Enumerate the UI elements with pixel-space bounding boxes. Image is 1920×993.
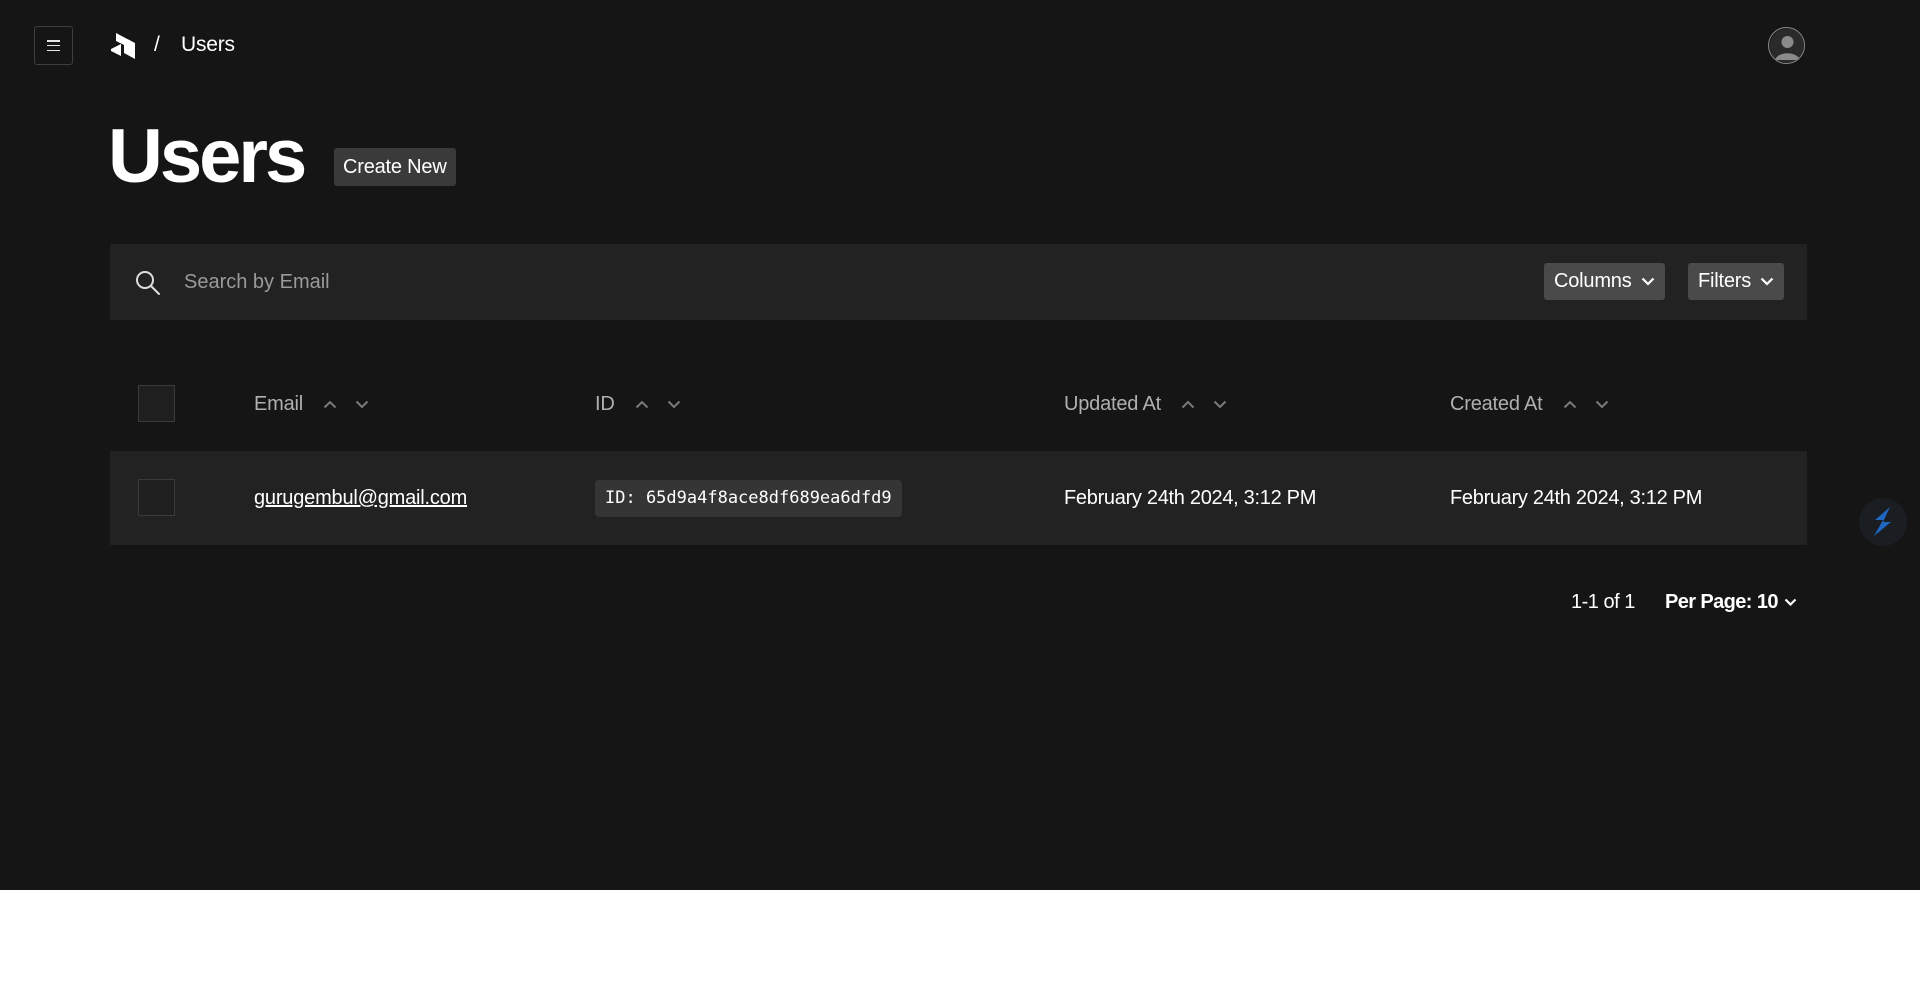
menu-toggle-button[interactable] <box>34 26 73 65</box>
row-id-badge: ID: 65d9a4f8ace8df689ea6dfd9 <box>595 480 902 517</box>
per-page-select[interactable]: Per Page: 10 <box>1665 589 1797 615</box>
breadcrumb-separator: / <box>154 33 160 56</box>
pagination-range: 1-1 of 1 <box>1571 591 1635 613</box>
breadcrumb-current: Users <box>181 33 235 56</box>
create-new-button[interactable]: Create New <box>334 148 456 186</box>
menu-icon <box>47 40 60 51</box>
per-page-label: Per Page: 10 <box>1665 591 1778 613</box>
sort-ascending-icon[interactable] <box>1563 400 1577 409</box>
column-header-updated-at[interactable]: Updated At <box>1064 392 1227 416</box>
page-title: Users <box>108 114 307 199</box>
sort-descending-icon[interactable] <box>1595 400 1609 409</box>
sort-ascending-icon[interactable] <box>323 400 337 409</box>
row-email-link[interactable]: gurugembul@gmail.com <box>254 485 467 511</box>
sort-descending-icon[interactable] <box>667 400 681 409</box>
sort-ascending-icon[interactable] <box>635 400 649 409</box>
lightning-icon <box>1874 507 1891 536</box>
column-header-label: Email <box>254 393 304 415</box>
sort-descending-icon[interactable] <box>1213 400 1227 409</box>
column-header-label: Created At <box>1450 393 1543 415</box>
filters-button-label: Filters <box>1698 270 1752 292</box>
filters-button[interactable]: Filters <box>1688 263 1785 300</box>
app-shell: / Users Users Create New Columns Filters… <box>0 0 1920 890</box>
search-icon <box>136 271 160 295</box>
column-header-id[interactable]: ID <box>595 392 681 416</box>
floating-action-button[interactable] <box>1859 498 1907 546</box>
column-header-label: Updated At <box>1064 393 1161 415</box>
select-all-checkbox[interactable] <box>138 385 175 422</box>
chevron-down-icon <box>1784 598 1797 606</box>
search-bar: Columns Filters <box>110 244 1807 320</box>
user-avatar-icon[interactable] <box>1768 27 1805 64</box>
sort-descending-icon[interactable] <box>355 400 369 409</box>
row-created-at: February 24th 2024, 3:12 PM <box>1450 487 1703 509</box>
payload-logo-icon[interactable] <box>110 32 136 60</box>
row-select-checkbox[interactable] <box>138 479 175 516</box>
column-header-label: ID <box>595 393 615 415</box>
chevron-down-icon <box>1641 277 1654 286</box>
columns-button[interactable]: Columns <box>1544 263 1665 300</box>
column-header-created-at[interactable]: Created At <box>1450 392 1609 416</box>
sort-ascending-icon[interactable] <box>1181 400 1195 409</box>
columns-button-label: Columns <box>1554 270 1632 292</box>
row-updated-at: February 24th 2024, 3:12 PM <box>1064 487 1317 509</box>
column-header-email[interactable]: Email <box>254 392 369 416</box>
search-input[interactable] <box>184 264 1184 300</box>
chevron-down-icon <box>1760 277 1774 286</box>
